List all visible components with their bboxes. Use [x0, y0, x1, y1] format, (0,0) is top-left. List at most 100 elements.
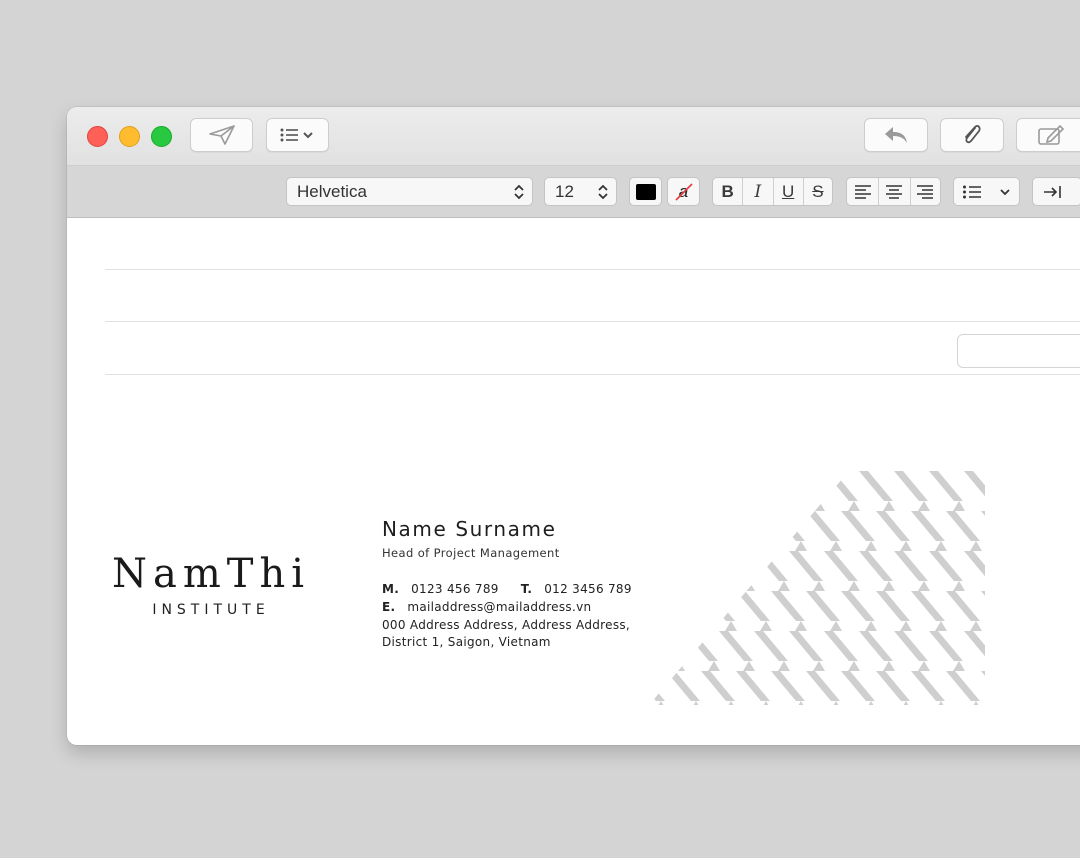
- pattern-tip: [865, 541, 877, 551]
- minimize-button[interactable]: [119, 126, 140, 147]
- pattern-tip: [743, 581, 755, 591]
- align-center-button[interactable]: [878, 178, 909, 205]
- italic-button[interactable]: I: [742, 178, 772, 205]
- pattern-tip: [830, 701, 842, 705]
- attach-button[interactable]: [940, 118, 1004, 152]
- chevron-down-icon: [1000, 188, 1010, 195]
- pattern-stroke: [736, 511, 770, 541]
- updown-icon: [510, 183, 528, 201]
- strikethrough-button[interactable]: S: [802, 178, 832, 205]
- zoom-button[interactable]: [151, 126, 172, 147]
- pattern-stroke: [964, 631, 985, 661]
- underline-button[interactable]: U: [772, 178, 803, 205]
- indent-icon: [1044, 185, 1061, 198]
- pattern-stroke: [684, 551, 718, 581]
- pattern-tip: [725, 701, 737, 705]
- pattern-tip: [953, 501, 965, 511]
- pattern-stroke: [981, 671, 985, 701]
- mail-compose-window: Helvetica 12 a B I U S: [67, 107, 1080, 745]
- signature-name: Name Surname: [382, 517, 557, 541]
- pattern-tip: [649, 501, 650, 511]
- markup-button[interactable]: [1016, 118, 1080, 152]
- pattern-tip: [900, 701, 912, 705]
- pattern-stroke: [754, 551, 788, 581]
- pattern-tip: [690, 701, 702, 705]
- pattern-stroke: [911, 671, 945, 701]
- font-family-select[interactable]: Helvetica: [286, 177, 533, 206]
- pattern-tip: [918, 661, 930, 671]
- pattern-stroke: [841, 511, 875, 541]
- pattern-tip: [649, 661, 650, 671]
- pattern-tip: [883, 581, 895, 591]
- pattern-stroke: [649, 671, 665, 701]
- format-bar: Helvetica 12 a B I U S: [67, 166, 1080, 218]
- close-button[interactable]: [87, 126, 108, 147]
- pattern-tip: [655, 621, 667, 631]
- list-chevron-icon: [280, 128, 313, 142]
- alignment-group: [846, 177, 941, 206]
- pattern-stroke: [929, 471, 963, 501]
- pattern-stroke: [719, 551, 753, 581]
- pattern-stroke: [824, 551, 858, 581]
- pattern-stroke: [911, 511, 945, 541]
- highlight-icon: a: [675, 182, 693, 202]
- logo-wordmark: NamThi: [111, 551, 310, 597]
- pattern-tip: [848, 581, 860, 591]
- pattern-stroke: [964, 551, 985, 581]
- align-right-button[interactable]: [909, 178, 940, 205]
- pattern-stroke: [719, 631, 753, 661]
- bullet-list-icon: [963, 185, 982, 198]
- pattern-stroke: [649, 511, 665, 541]
- pattern-stroke: [649, 551, 683, 581]
- compose-icon: [1038, 124, 1065, 145]
- indent-button[interactable]: [1032, 177, 1080, 206]
- pattern-stroke: [806, 671, 840, 701]
- pattern-tip: [778, 501, 790, 511]
- pattern-stroke: [929, 631, 963, 661]
- pattern-tip: [655, 541, 667, 551]
- pattern-stroke: [649, 631, 683, 661]
- signature-title: Head of Project Management: [382, 546, 560, 560]
- pattern-stroke: [789, 471, 823, 501]
- pattern-tip: [953, 581, 965, 591]
- align-left-icon: [854, 184, 871, 199]
- phone-line: M. 0123 456 789 T. 012 3456 789: [382, 582, 632, 596]
- pattern-tip: [935, 541, 947, 551]
- text-color-button[interactable]: [629, 177, 662, 206]
- pattern-tip: [813, 661, 825, 671]
- list-style-select[interactable]: [953, 177, 1020, 206]
- tel-label: T.: [520, 582, 533, 596]
- email-label: E.: [382, 600, 396, 614]
- pattern-stroke: [666, 591, 700, 621]
- updown-icon: [594, 183, 612, 201]
- text-style-group: B I U S: [712, 177, 833, 206]
- align-left-button[interactable]: [847, 178, 878, 205]
- pattern-stroke: [806, 511, 840, 541]
- highlight-color-button[interactable]: a: [667, 177, 700, 206]
- pattern-stroke: [859, 631, 893, 661]
- font-family-value: Helvetica: [297, 181, 367, 201]
- reply-button[interactable]: [864, 118, 928, 152]
- pattern-stroke: [771, 591, 805, 621]
- pattern-stroke: [876, 511, 910, 541]
- send-button[interactable]: [190, 118, 253, 152]
- font-size-select[interactable]: 12: [544, 177, 617, 206]
- pattern-tip: [900, 541, 912, 551]
- pattern-tip: [935, 701, 947, 705]
- bold-button[interactable]: B: [713, 178, 742, 205]
- pattern-stroke: [719, 471, 753, 501]
- header-fields-button[interactable]: [266, 118, 329, 152]
- signature-select[interactable]: [957, 334, 1080, 368]
- pattern-stroke: [964, 471, 985, 501]
- pattern-tip: [673, 581, 685, 591]
- pattern-stroke: [736, 671, 770, 701]
- pattern-tip: [865, 621, 877, 631]
- cc-field-divider: [105, 321, 1080, 322]
- pattern-stroke: [929, 551, 963, 581]
- pattern-stroke: [841, 671, 875, 701]
- to-field-divider: [105, 269, 1080, 270]
- pattern-tip: [778, 661, 790, 671]
- pattern-stroke: [684, 471, 718, 501]
- color-swatch: [635, 183, 656, 200]
- pattern-tip: [760, 621, 772, 631]
